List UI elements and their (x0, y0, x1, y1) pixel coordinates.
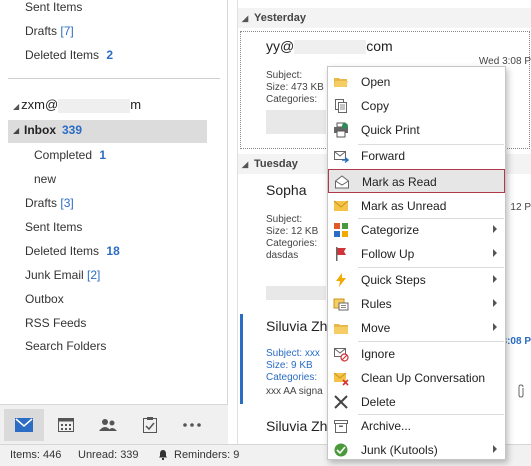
redacted-block (58, 98, 131, 113)
folder-count: [3] (60, 196, 74, 210)
redacted-block (266, 286, 326, 300)
forward-icon (333, 148, 350, 164)
menu-item-mark-as-read[interactable]: Mark as Read (328, 169, 505, 193)
message-subject: Subject: (266, 70, 303, 81)
submenu-arrow-icon (493, 249, 497, 257)
message-sender: yy@ com (266, 38, 393, 55)
copy-icon (333, 98, 349, 114)
submenu-arrow-icon (493, 445, 497, 453)
more-icon[interactable] (172, 409, 212, 441)
folder-rss-feeds[interactable]: RSS Feeds (25, 313, 86, 333)
context-menu: Open Copy Quick Print Forward Mark as Re… (327, 66, 506, 460)
folder-drafts-2[interactable]: Drafts [3] (25, 193, 74, 213)
message-size: Size: 473 KB (266, 82, 324, 93)
menu-item-open[interactable]: Open (328, 70, 505, 94)
unread-indicator (240, 314, 243, 404)
open-folder-icon (333, 74, 349, 90)
menu-item-categorize[interactable]: Categorize (328, 218, 505, 242)
cleanup-icon (333, 370, 349, 386)
message-preview: dasdas (266, 250, 299, 261)
message-sender: Siluvia Zh (266, 418, 328, 434)
folder-count: [2] (87, 268, 101, 282)
submenu-arrow-icon (493, 275, 497, 283)
status-reminders[interactable]: Reminders: 9 (174, 449, 239, 461)
folder-inbox[interactable]: ◢ Inbox 339 (8, 120, 207, 143)
ignore-icon (333, 346, 349, 362)
menu-item-copy[interactable]: Copy (328, 94, 505, 118)
envelope-open-icon (334, 174, 350, 190)
message-subject: Subject: (266, 214, 303, 225)
folder-divider (8, 78, 220, 79)
redacted-block (294, 40, 367, 55)
junk-icon (333, 442, 349, 458)
delete-icon (333, 394, 349, 410)
rules-icon (333, 296, 349, 312)
status-unread: Unread: 339 (78, 449, 139, 461)
people-icon[interactable] (88, 409, 128, 441)
categorize-icon (333, 222, 349, 238)
folder-deleted-items[interactable]: Deleted Items 2 (25, 45, 113, 65)
calendar-icon[interactable] (46, 409, 86, 441)
folder-outbox[interactable]: Outbox (25, 289, 64, 309)
submenu-arrow-icon (493, 225, 497, 233)
menu-item-forward[interactable]: Forward (328, 144, 505, 168)
menu-item-move[interactable]: Move (328, 316, 505, 340)
menu-item-junk-kutools[interactable]: Junk (Kutools) (328, 438, 505, 462)
menu-item-archive[interactable]: Archive... (328, 414, 505, 438)
collapse-triangle-icon[interactable]: ◢ (13, 126, 19, 135)
menu-item-rules[interactable]: Rules (328, 292, 505, 316)
collapse-triangle-icon[interactable]: ◢ (13, 102, 19, 111)
envelope-icon (333, 198, 349, 214)
submenu-arrow-icon (493, 323, 497, 331)
menu-item-quick-print[interactable]: Quick Print (328, 118, 505, 142)
message-size: Size: 12 KB (266, 226, 319, 237)
folder-junk-email[interactable]: Junk Email [2] (25, 265, 100, 285)
folder-count: [7] (60, 24, 74, 38)
move-folder-icon (333, 320, 349, 336)
menu-item-ignore[interactable]: Ignore (328, 342, 505, 366)
mail-icon[interactable] (4, 409, 44, 441)
folder-deleted-items-2[interactable]: Deleted Items 18 (25, 241, 120, 261)
folder-count: 18 (106, 244, 120, 258)
message-date: 12 P (510, 202, 531, 213)
folder-search-folders[interactable]: Search Folders (25, 336, 106, 356)
collapse-triangle-icon[interactable]: ◢ (242, 155, 248, 175)
folder-sent-items[interactable]: Sent Items (25, 0, 82, 17)
group-header-yesterday[interactable]: ◢ Yesterday (238, 8, 531, 28)
account-header[interactable]: ◢ zxm@ m (13, 97, 141, 113)
menu-item-delete[interactable]: Delete (328, 390, 505, 414)
menu-item-clean-up-conversation[interactable]: Clean Up Conversation (328, 366, 505, 390)
folder-sent-items-2[interactable]: Sent Items (25, 217, 82, 237)
folder-completed[interactable]: Completed 1 (34, 145, 106, 165)
lightning-icon (333, 272, 349, 288)
message-preview: xxx AA signa (266, 386, 323, 397)
archive-icon (333, 418, 349, 434)
folder-count: 2 (106, 48, 114, 62)
folder-pane: Sent Items Drafts [7] Deleted Items 2 ◢ z… (0, 0, 228, 444)
status-items: Items: 446 (10, 449, 62, 461)
tasks-icon[interactable] (130, 409, 170, 441)
message-sender: Sopha (266, 182, 307, 198)
printer-icon (333, 122, 349, 138)
menu-item-quick-steps[interactable]: Quick Steps (328, 268, 505, 292)
bell-icon (158, 449, 168, 463)
submenu-arrow-icon (493, 299, 497, 307)
navigation-bar (0, 404, 228, 444)
message-sender: Siluvia Zh (266, 318, 328, 334)
menu-item-follow-up[interactable]: Follow Up (328, 242, 505, 266)
message-categories: Categories: (266, 94, 318, 105)
collapse-triangle-icon[interactable]: ◢ (242, 9, 248, 29)
flag-icon (333, 246, 349, 262)
folder-new[interactable]: new (34, 169, 56, 189)
message-categories: Categories: (266, 372, 318, 383)
message-size: Size: 9 KB (266, 360, 313, 371)
folder-count: 1 (99, 148, 107, 162)
paperclip-icon (517, 384, 525, 401)
message-categories: Categories: (266, 238, 318, 249)
folder-drafts[interactable]: Drafts [7] (25, 21, 74, 41)
redacted-block (266, 110, 326, 134)
message-subject: Subject: xxx (266, 348, 320, 359)
menu-item-mark-as-unread[interactable]: Mark as Unread (328, 194, 505, 218)
